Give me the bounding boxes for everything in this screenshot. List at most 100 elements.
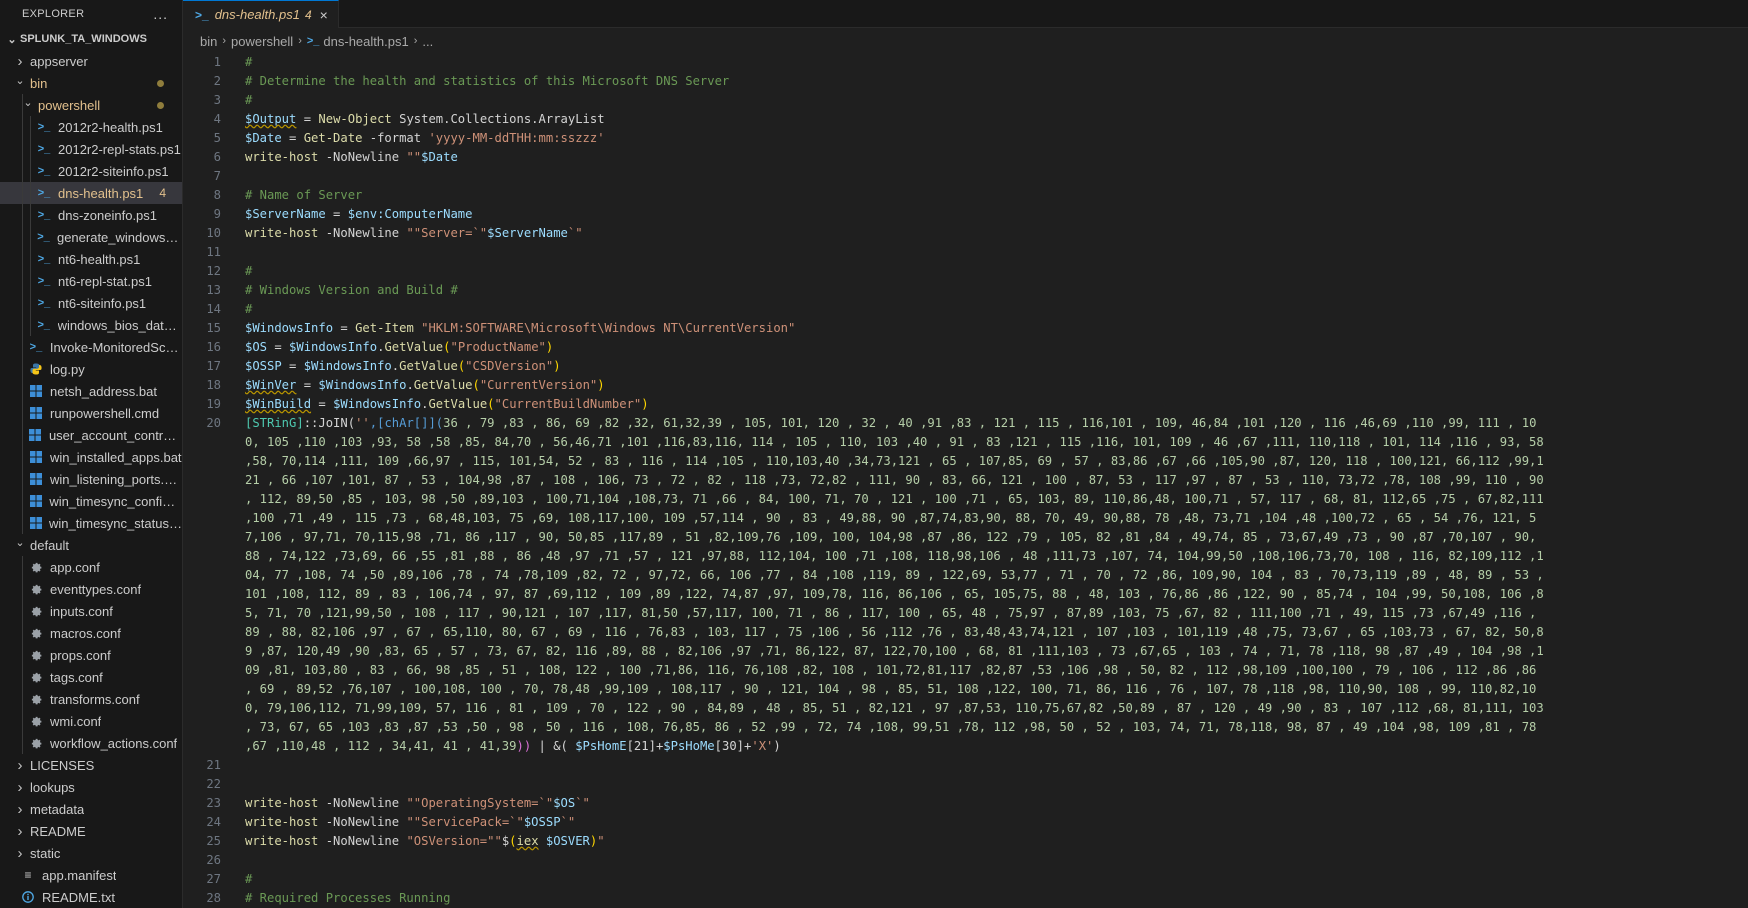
- tree-file-invoke-monitoredscri[interactable]: >_ Invoke-MonitoredScri...: [0, 336, 182, 358]
- powershell-file-icon: >_: [29, 341, 43, 353]
- tree-folder-appserver[interactable]: › appserver: [0, 50, 182, 72]
- chevron-right-icon: ›: [413, 35, 418, 47]
- windows-file-icon: [28, 428, 43, 442]
- gear-icon: [28, 582, 44, 596]
- code-line[interactable]: 8 # Name of Server: [183, 186, 1748, 205]
- code-line[interactable]: 13 # Windows Version and Build #: [183, 281, 1748, 300]
- tree-file-generate-windows-u[interactable]: >_ generate_windows_u...: [0, 226, 182, 248]
- close-icon[interactable]: ×: [320, 7, 328, 23]
- indent-guide: [22, 424, 23, 446]
- tree-folder-licenses[interactable]: › LICENSES: [0, 754, 182, 776]
- tree-file-windows-bios-data[interactable]: >_ windows_bios_data....: [0, 314, 182, 336]
- tree-folder-bin[interactable]: ⌄ bin: [0, 72, 182, 94]
- code-line[interactable]: 16 $OS = $WindowsInfo.GetValue("ProductNa…: [183, 338, 1748, 357]
- tree-folder-powershell[interactable]: ⌄ powershell: [0, 94, 182, 116]
- tree-file-app-conf[interactable]: app.conf: [0, 556, 182, 578]
- code-line[interactable]: 21: [183, 756, 1748, 775]
- tree-file-macros-conf[interactable]: macros.conf: [0, 622, 182, 644]
- tree-file-transforms-conf[interactable]: transforms.conf: [0, 688, 182, 710]
- breadcrumb-item-file[interactable]: dns-health.ps1: [323, 34, 408, 49]
- code-line[interactable]: 24 write-host -NoNewline ""ServicePack=`"…: [183, 813, 1748, 832]
- tree-file-workflow-actions-conf[interactable]: workflow_actions.conf: [0, 732, 182, 754]
- code-line[interactable]: 1 #: [183, 53, 1748, 72]
- code-line[interactable]: 6 write-host -NoNewline ""$Date: [183, 148, 1748, 167]
- breadcrumb-item-symbols[interactable]: ...: [422, 34, 433, 49]
- tree-item-label: user_account_control_...: [48, 427, 182, 443]
- code-line[interactable]: 5 $Date = Get-Date -format 'yyyy-MM-ddTHH…: [183, 129, 1748, 148]
- code-editor[interactable]: 1 #2 # Determine the health and statistics…: [183, 53, 1748, 908]
- code-line[interactable]: 7: [183, 167, 1748, 186]
- code-line[interactable]: 4 $Output = New-Object System.Collections…: [183, 110, 1748, 129]
- code-line[interactable]: 18 $WinVer = $WindowsInfo.GetValue("Curre…: [183, 376, 1748, 395]
- code-line[interactable]: 9 $ServerName = $env:ComputerName: [183, 205, 1748, 224]
- code-line[interactable]: 12 #: [183, 262, 1748, 281]
- tab-dns-health[interactable]: >_ dns-health.ps1 4 ×: [183, 0, 339, 28]
- line-text: $Date = Get-Date -format 'yyyy-MM-ddTHH:…: [221, 129, 605, 148]
- tree-file-log-py[interactable]: log.py: [0, 358, 182, 380]
- code-token: write-host: [245, 226, 319, 240]
- code-line[interactable]: 19 $WinBuild = $WindowsInfo.GetValue("Cur…: [183, 395, 1748, 414]
- code-line[interactable]: 27 #: [183, 870, 1748, 889]
- tree-file-nt6-repl-stat-ps1[interactable]: >_ nt6-repl-stat.ps1: [0, 270, 182, 292]
- code-line[interactable]: 23 write-host -NoNewline ""OperatingSyste…: [183, 794, 1748, 813]
- code-token: write-host: [245, 796, 319, 810]
- code-token: $Output: [245, 112, 297, 126]
- indent-guide: [22, 116, 23, 138]
- tree-file-2012r2-repl-stats-ps1[interactable]: >_ 2012r2-repl-stats.ps1: [0, 138, 182, 160]
- code-line[interactable]: 28 # Required Processes Running: [183, 889, 1748, 908]
- breadcrumb-item-bin[interactable]: bin: [200, 34, 217, 49]
- tree-folder-readme[interactable]: › README: [0, 820, 182, 842]
- tree-folder-metadata[interactable]: › metadata: [0, 798, 182, 820]
- code-token: ): [597, 378, 605, 392]
- code-token: ): [641, 397, 649, 411]
- code-line[interactable]: 2 # Determine the health and statistics o…: [183, 72, 1748, 91]
- line-text: # Name of Server: [221, 186, 362, 205]
- tree-file-nt6-health-ps1[interactable]: >_ nt6-health.ps1: [0, 248, 182, 270]
- workspace-root-label: SPLUNK_TA_WINDOWS: [20, 33, 147, 45]
- tree-file-dns-health-ps1[interactable]: >_ dns-health.ps1 4: [0, 182, 182, 204]
- code-line[interactable]: 11: [183, 243, 1748, 262]
- code-line-obfuscated[interactable]: 20 [STRinG]::JoIN('',[chAr[]](36 , 79 ,83…: [183, 414, 1748, 756]
- workspace-root[interactable]: ⌄ SPLUNK_TA_WINDOWS: [0, 28, 182, 50]
- code-line[interactable]: 14 #: [183, 300, 1748, 319]
- tree-file-runpowershell-cmd[interactable]: runpowershell.cmd: [0, 402, 182, 424]
- code-line[interactable]: 26: [183, 851, 1748, 870]
- tree-file-win-timesync-status-bat[interactable]: win_timesync_status.bat: [0, 512, 182, 534]
- indent-guide: [22, 622, 23, 644]
- tree-file-props-conf[interactable]: props.conf: [0, 644, 182, 666]
- more-actions-icon[interactable]: ...: [153, 6, 168, 22]
- code-line[interactable]: 25 write-host -NoNewline "OSVersion=""$(i…: [183, 832, 1748, 851]
- windows-file-icon: [28, 450, 44, 464]
- breadcrumb-item-powershell[interactable]: powershell: [231, 34, 293, 49]
- tree-file-tags-conf[interactable]: tags.conf: [0, 666, 182, 688]
- powershell-file-icon: >_: [37, 121, 51, 133]
- tree-folder-default[interactable]: ⌄ default: [0, 534, 182, 556]
- code-line[interactable]: 22: [183, 775, 1748, 794]
- line-text: $Output = New-Object System.Collections.…: [221, 110, 605, 129]
- tree-file-win-timesync-configu[interactable]: win_timesync_configu...: [0, 490, 182, 512]
- tree-file-win-installed-apps-bat[interactable]: win_installed_apps.bat: [0, 446, 182, 468]
- code-token: .: [406, 378, 414, 392]
- powershell-file-icon: >_: [37, 231, 50, 243]
- tree-file-2012r2-siteinfo-ps1[interactable]: >_ 2012r2-siteinfo.ps1: [0, 160, 182, 182]
- code-token: 36 , 79 ,83 , 86, 69 ,82 ,32, 61,32,39 ,…: [245, 416, 1544, 753]
- tree-file-wmi-conf[interactable]: wmi.conf: [0, 710, 182, 732]
- code-line[interactable]: 17 $OSSP = $WindowsInfo.GetValue("CSDVers…: [183, 357, 1748, 376]
- tree-file-inputs-conf[interactable]: inputs.conf: [0, 600, 182, 622]
- tree-file-2012r2-health-ps1[interactable]: >_ 2012r2-health.ps1: [0, 116, 182, 138]
- code-line[interactable]: 3 #: [183, 91, 1748, 110]
- tree-file-netsh-address-bat[interactable]: netsh_address.bat: [0, 380, 182, 402]
- tree-file-nt6-siteinfo-ps1[interactable]: >_ nt6-siteinfo.ps1: [0, 292, 182, 314]
- tree-file-readme-txt[interactable]: README.txt: [0, 886, 182, 908]
- code-line[interactable]: 10 write-host -NoNewline ""Server=`"$Serv…: [183, 224, 1748, 243]
- tree-folder-static[interactable]: › static: [0, 842, 182, 864]
- code-line[interactable]: 15 $WindowsInfo = Get-Item "HKLM:SOFTWARE…: [183, 319, 1748, 338]
- tree-file-dns-zoneinfo-ps1[interactable]: >_ dns-zoneinfo.ps1: [0, 204, 182, 226]
- tree-file-win-listening-ports-bat[interactable]: win_listening_ports.bat: [0, 468, 182, 490]
- tree-item-label: workflow_actions.conf: [50, 735, 178, 751]
- tree-file-app-manifest[interactable]: ≡ app.manifest: [0, 864, 182, 886]
- tree-file-eventtypes-conf[interactable]: eventtypes.conf: [0, 578, 182, 600]
- line-text: write-host -NoNewline ""Server=`"$Server…: [221, 224, 583, 243]
- tree-folder-lookups[interactable]: › lookups: [0, 776, 182, 798]
- tree-file-user-account-control[interactable]: user_account_control_...: [0, 424, 182, 446]
